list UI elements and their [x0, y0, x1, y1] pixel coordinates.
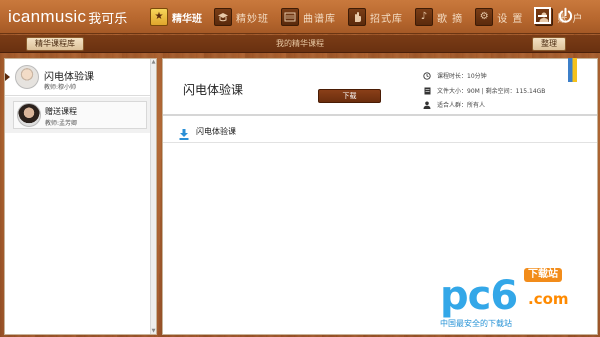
music-note-icon: ♪: [415, 8, 433, 26]
scroll-down-icon[interactable]: ▼: [151, 328, 156, 334]
download-button[interactable]: 下载: [318, 89, 381, 103]
course-list-item[interactable]: 闪电体验课 教师:穆小帅: [5, 59, 151, 96]
detail-title: 闪电体验课: [183, 83, 244, 97]
nav-item-score-library[interactable]: 曲谱库: [281, 7, 336, 27]
watermark-tagline: 中国最安全的下载站: [440, 319, 512, 328]
download-arrow-icon[interactable]: [179, 125, 189, 140]
chapter-title: 闪电体验课: [196, 127, 236, 136]
meta-text: 文件大小：90M | 剩余空间：115.14GB: [437, 88, 546, 95]
nav-label: 精妙班: [236, 13, 269, 25]
nav-item-settings[interactable]: ⚙ 设 置: [475, 7, 523, 27]
star-emblem-icon: ★: [150, 8, 168, 26]
power-icon[interactable]: [557, 7, 574, 24]
top-bar: icanmusic 我可乐 ★ 精华班 精妙班 曲谱库 招式库 ♪ 歌 摘 ⚙ …: [0, 0, 600, 34]
main-nav: ★ 精华班 精妙班 曲谱库 招式库 ♪ 歌 摘 ⚙ 设 置 账 户: [150, 7, 596, 27]
music-score-icon: [281, 8, 299, 26]
course-teacher: 教师:孟芳卿: [45, 120, 78, 127]
nav-label: 曲谱库: [303, 13, 336, 25]
detail-header: 闪电体验课 下载 课程时长：10分钟 文件大小：90M | 剩余空间：115.1…: [163, 58, 597, 116]
chapter-row[interactable]: 闪电体验课: [163, 119, 597, 143]
nav-label: 设 置: [497, 13, 524, 25]
course-title: 赠送课程: [45, 107, 77, 116]
logo-chinese: 我可乐: [88, 10, 128, 26]
nav-item-jingmiao-class[interactable]: 精妙班: [214, 7, 269, 27]
nav-label: 歌 摘: [437, 13, 464, 25]
person-icon: [423, 101, 431, 109]
list-scrollbar[interactable]: ▲ ▼: [150, 59, 156, 334]
minimize-icon[interactable]: [534, 7, 551, 24]
meta-text: 适合人群：所有人: [437, 102, 486, 109]
app-logo: icanmusic 我可乐: [8, 6, 127, 28]
nav-item-move-library[interactable]: 招式库: [348, 7, 403, 27]
sub-bar: 精华课程库 我的精华课程 整理: [0, 35, 600, 53]
course-title: 闪电体验课: [44, 72, 94, 83]
watermark-main: pc6: [440, 273, 518, 319]
course-teacher: 教师:穆小帅: [44, 84, 77, 91]
teacher-avatar: [17, 103, 41, 127]
bookmark-ribbon-icon: [568, 58, 577, 86]
watermark-badge: 下载站: [524, 268, 562, 282]
meta-audience: 适合人群：所有人: [423, 100, 485, 109]
meta-text: 课程时长：10分钟: [437, 73, 487, 80]
gear-icon: ⚙: [475, 8, 494, 26]
meta-size: 文件大小：90M | 剩余空间：115.14GB: [423, 86, 545, 95]
course-list-item[interactable]: 赠送课程 教师:孟芳卿: [5, 97, 151, 133]
scroll-up-icon[interactable]: ▲: [151, 59, 156, 65]
hand-gesture-icon: [348, 8, 366, 26]
meta-duration: 课程时长：10分钟: [423, 71, 487, 80]
course-list-panel: 闪电体验课 教师:穆小帅 赠送课程 教师:孟芳卿 ▲ ▼: [4, 58, 157, 335]
nav-label: 精华班: [172, 13, 202, 25]
nav-item-jinghua-class[interactable]: ★ 精华班: [150, 7, 202, 27]
file-icon: [423, 87, 431, 95]
nav-label: 招式库: [370, 13, 403, 25]
nav-item-songs[interactable]: ♪ 歌 摘: [415, 7, 463, 27]
selected-indicator-icon: [5, 73, 10, 81]
watermark-domain: .com: [528, 290, 569, 308]
teacher-avatar: [15, 65, 39, 89]
clock-icon: [423, 71, 431, 80]
graduation-cap-icon: [214, 8, 232, 26]
organize-button[interactable]: 整理: [532, 37, 566, 51]
logo-english: icanmusic: [8, 7, 87, 26]
pc6-watermark-logo: pc6 下载站 .com 中国最安全的下载站: [440, 268, 590, 334]
page-title: 我的精华课程: [276, 39, 324, 48]
